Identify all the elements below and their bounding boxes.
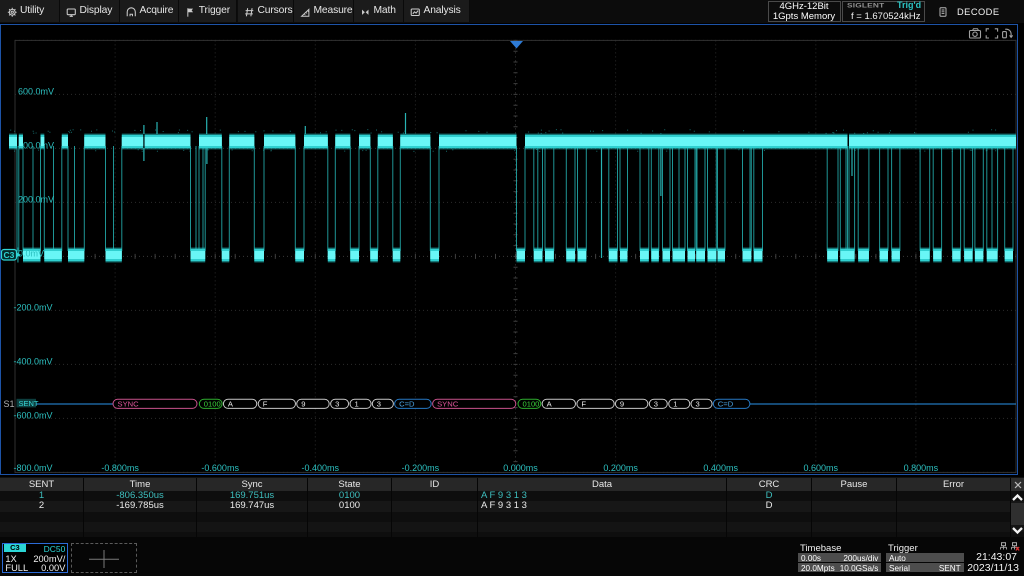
svg-text:-0.200ms: -0.200ms	[402, 463, 440, 473]
svg-text:-200.0mV: -200.0mV	[14, 302, 53, 312]
svg-text:-600.0mV: -600.0mV	[14, 410, 53, 420]
svg-text:SYNC: SYNC	[118, 400, 140, 409]
svg-text:0100: 0100	[523, 400, 540, 409]
svg-text:C=D: C=D	[718, 400, 734, 409]
svg-text:F: F	[581, 400, 586, 409]
svg-text:9: 9	[301, 400, 305, 409]
svg-text:0.600ms: 0.600ms	[804, 463, 839, 473]
svg-text:0.200ms: 0.200ms	[603, 463, 638, 473]
svg-text:3: 3	[696, 400, 700, 409]
svg-text:600.0mV: 600.0mV	[18, 86, 54, 96]
svg-text:0.800ms: 0.800ms	[904, 463, 939, 473]
svg-text:200.0mV: 200.0mV	[18, 194, 54, 204]
svg-text:9: 9	[620, 400, 624, 409]
svg-text:0.400ms: 0.400ms	[703, 463, 738, 473]
svg-text:-0.800ms: -0.800ms	[101, 463, 139, 473]
svg-text:-0.400ms: -0.400ms	[302, 463, 340, 473]
svg-text:F: F	[263, 400, 268, 409]
svg-text:S1: S1	[4, 399, 15, 409]
svg-text:C=D: C=D	[399, 400, 415, 409]
svg-text:-800.0mV: -800.0mV	[14, 463, 53, 473]
svg-text:-400.0mV: -400.0mV	[14, 356, 53, 366]
svg-text:0.000ms: 0.000ms	[503, 463, 538, 473]
svg-text:1: 1	[355, 400, 359, 409]
svg-text:3: 3	[654, 400, 658, 409]
svg-text:SENT: SENT	[19, 399, 39, 408]
svg-text:SYNC: SYNC	[437, 400, 459, 409]
svg-text:0.0mV: 0.0mV	[18, 248, 44, 258]
svg-text:0100: 0100	[204, 400, 221, 409]
svg-text:C3: C3	[4, 250, 15, 260]
svg-text:3: 3	[335, 400, 339, 409]
svg-text:-0.600ms: -0.600ms	[201, 463, 239, 473]
svg-text:3: 3	[377, 400, 381, 409]
svg-text:1: 1	[673, 400, 677, 409]
